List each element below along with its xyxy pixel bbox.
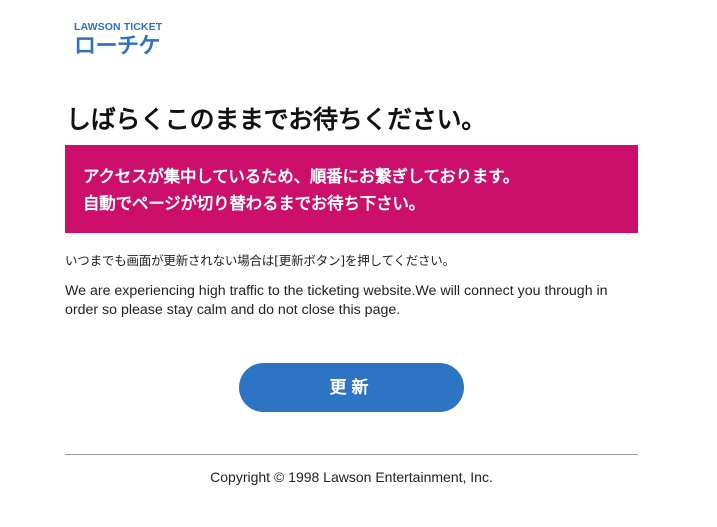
notice-line-2: 自動でページが切り替わるまでお待ち下さい。 xyxy=(83,194,425,213)
logo-wordmark: ローチケ xyxy=(74,33,161,59)
logo-subtitle: LAWSON TICKET xyxy=(74,21,163,33)
lawson-ticket-logo[interactable]: LAWSON TICKET ローチケ xyxy=(74,22,162,58)
refresh-button[interactable]: 更新 xyxy=(239,363,464,412)
notice-line-1: アクセスが集中しているため、順番にお繋ぎしております。 xyxy=(83,167,520,186)
footer-divider xyxy=(65,454,638,455)
page-title: しばらくこのままでお待ちください。 xyxy=(66,105,486,134)
instruction-english: We are experiencing high traffic to the … xyxy=(65,283,608,318)
copyright-text: Copyright © 1998 Lawson Entertainment, I… xyxy=(210,469,493,485)
instruction-japanese: いつまでも画面が更新されない場合は[更新ボタン]を押してください。 xyxy=(65,253,455,268)
traffic-notice-banner: アクセスが集中しているため、順番にお繋ぎしております。 自動でページが切り替わる… xyxy=(65,145,638,233)
